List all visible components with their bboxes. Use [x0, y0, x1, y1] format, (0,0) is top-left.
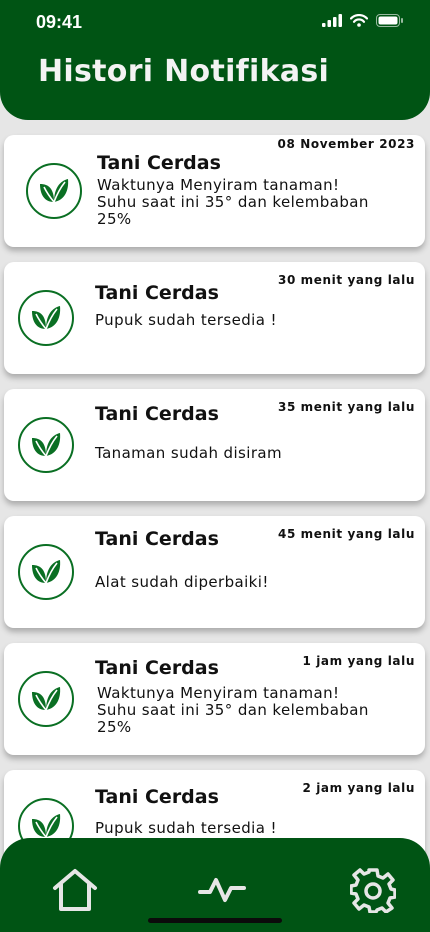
status-bar: 09:41 [0, 0, 430, 46]
leaf-icon [18, 544, 74, 600]
notification-title: Tani Cerdas [97, 152, 221, 174]
notification-time: 30 menit yang lalu [278, 273, 415, 287]
home-indicator [148, 918, 282, 923]
gear-icon [350, 868, 396, 913]
notification-message: Waktunya Menyiram tanaman! Suhu saat ini… [97, 176, 369, 228]
notification-time: 2 jam yang lalu [302, 781, 415, 795]
nav-settings-button[interactable] [349, 866, 397, 914]
notification-title: Tani Cerdas [95, 403, 219, 425]
cellular-signal-icon [322, 14, 342, 27]
notification-title: Tani Cerdas [95, 657, 219, 679]
leaf-icon [18, 671, 74, 727]
leaf-icon [26, 163, 82, 219]
status-icons [322, 14, 404, 27]
notification-message: Pupuk sudah tersedia ! [95, 311, 277, 329]
notification-card[interactable]: Tani Cerdas 30 menit yang lalu Pupuk sud… [4, 262, 425, 374]
notification-card[interactable]: Tani Cerdas 35 menit yang lalu Tanaman s… [4, 389, 425, 501]
notification-message: Alat sudah diperbaiki! [95, 573, 269, 591]
notification-title: Tani Cerdas [95, 786, 219, 808]
home-icon [53, 869, 97, 911]
notification-card[interactable]: Tani Cerdas 1 jam yang lalu Waktunya Men… [4, 643, 425, 755]
app-header: 09:41 Histori Notifikasi [0, 0, 430, 120]
notification-card[interactable]: Tani Cerdas 08 November 2023 Waktunya Me… [4, 135, 425, 247]
nav-home-button[interactable] [51, 866, 99, 914]
notification-message: Pupuk sudah tersedia ! [95, 819, 277, 837]
notification-title: Tani Cerdas [95, 282, 219, 304]
notification-time: 45 menit yang lalu [278, 527, 415, 541]
leaf-icon [18, 290, 74, 346]
notification-title: Tani Cerdas [95, 528, 219, 550]
battery-icon [376, 14, 403, 27]
notification-card[interactable]: Tani Cerdas 45 menit yang lalu Alat suda… [4, 516, 425, 628]
notification-message: Tanaman sudah disiram [95, 444, 283, 462]
wifi-icon [350, 14, 368, 27]
leaf-icon [18, 417, 74, 473]
nav-activity-button[interactable] [198, 866, 246, 914]
status-time: 09:41 [36, 12, 83, 32]
activity-icon [198, 878, 246, 902]
notification-time: 1 jam yang lalu [302, 654, 415, 668]
notification-time: 35 menit yang lalu [278, 400, 415, 414]
notification-time: 08 November 2023 [277, 137, 415, 151]
notification-message: Waktunya Menyiram tanaman! Suhu saat ini… [97, 684, 369, 736]
page-title: Histori Notifikasi [38, 54, 330, 89]
